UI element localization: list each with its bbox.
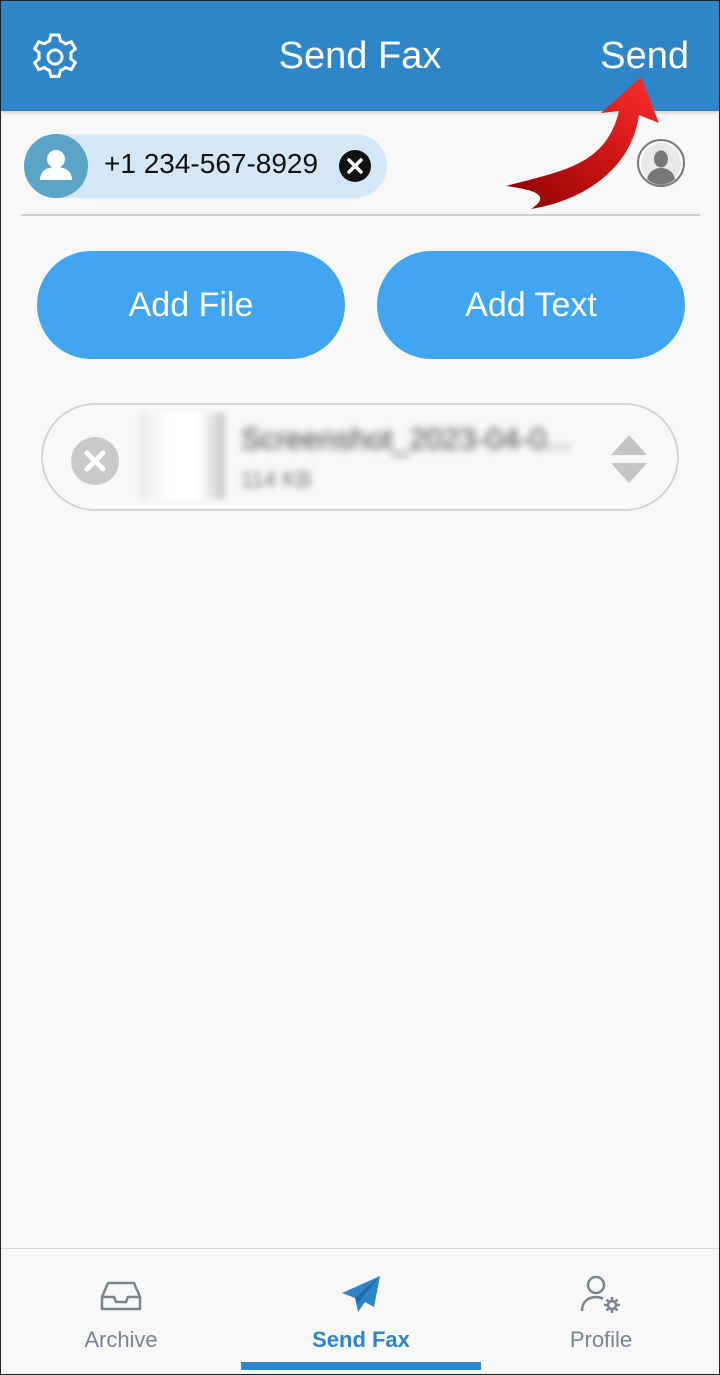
- user-settings-icon: [580, 1275, 620, 1313]
- nav-item-archive[interactable]: Archive: [1, 1249, 241, 1374]
- recipient-divider: [21, 214, 700, 216]
- close-circle-icon[interactable]: [71, 437, 119, 485]
- add-text-button[interactable]: Add Text: [377, 251, 685, 359]
- nav-label-profile: Profile: [569, 1327, 633, 1352]
- attachment-item[interactable]: Screenshot_2023-04-0... 114 KB: [41, 403, 679, 511]
- attachment-name: Screenshot_2023-04-0...: [241, 423, 572, 456]
- nav-item-profile[interactable]: Profile: [481, 1249, 719, 1374]
- close-icon[interactable]: [339, 150, 371, 182]
- app-screen: Send Fax Send +1 234-567-8929 Add File A…: [0, 0, 720, 1375]
- person-icon: [40, 150, 72, 180]
- contact-silhouette-icon[interactable]: [637, 139, 685, 187]
- nav-label-send-fax: Send Fax: [312, 1327, 410, 1352]
- top-bar: Send Fax Send: [1, 1, 719, 111]
- active-tab-indicator: [241, 1362, 481, 1370]
- reorder-arrows-icon[interactable]: [609, 433, 649, 485]
- add-file-button[interactable]: Add File: [37, 251, 345, 359]
- nav-label-archive: Archive: [84, 1327, 158, 1352]
- recipient-number: +1 234-567-8929: [104, 148, 319, 179]
- paper-plane-icon: [342, 1276, 380, 1312]
- attachment-thumbnail: [139, 413, 225, 499]
- inbox-tray-icon: [100, 1281, 142, 1311]
- send-button[interactable]: Send: [600, 35, 689, 78]
- attachment-size: 114 KB: [241, 467, 312, 492]
- recipient-chip[interactable]: +1 234-567-8929: [24, 134, 387, 198]
- bottom-nav: Archive Send Fax Profile: [1, 1248, 719, 1374]
- nav-item-send-fax[interactable]: Send Fax: [241, 1249, 481, 1374]
- recipient-avatar: [24, 134, 88, 198]
